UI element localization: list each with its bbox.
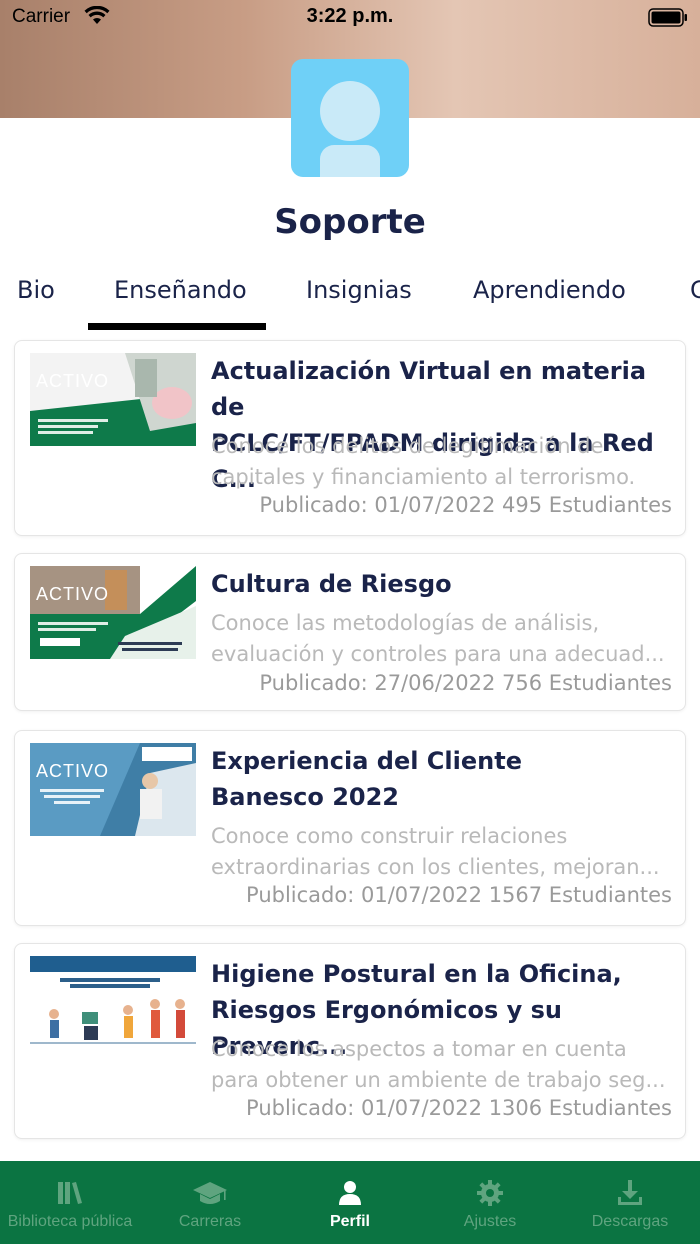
course-thumbnail[interactable]: ACTIVO (30, 566, 196, 659)
course-thumbnail-image (30, 956, 196, 1049)
course-meta: Publicado: 01/07/2022 1306 Estudiantes (246, 1096, 672, 1120)
course-title: Experiencia del Cliente Banesco 2022 (211, 743, 677, 815)
course-card[interactable]: ACTIVO Cultura de Riesgo Conoce las meto… (14, 553, 686, 711)
avatar-body-shape (320, 145, 380, 177)
course-description-line: extraordinarias con los clientes, mejora… (211, 855, 660, 879)
course-title-line: Cultura de Riesgo (211, 570, 452, 598)
course-description-line: capitales y financiamiento al terrorismo… (211, 465, 636, 489)
course-description: Conoce los aspectos a tomar en cuenta pa… (211, 1034, 677, 1096)
graduation-cap-icon (193, 1182, 227, 1204)
course-description-line: para obtener un ambiente de trabajo seg.… (211, 1068, 666, 1092)
course-thumbnail[interactable] (30, 956, 196, 1049)
status-badge: ACTIVO (36, 371, 110, 391)
tab-ensenando[interactable]: Enseñando (114, 276, 247, 304)
profile-tabs: Bio Enseñando Insignias Aprendiendo C (0, 270, 700, 332)
course-meta: Publicado: 27/06/2022 756 Estudiantes (259, 671, 672, 695)
tabbar-label: Ajustes (463, 1213, 517, 1230)
tabbar-label: Carreras (178, 1213, 242, 1230)
bottom-tab-bar: Biblioteca pública Carreras Perfil Ajust… (0, 1161, 700, 1244)
course-card[interactable]: ACTIVO Actualización Virtual en materia … (14, 340, 686, 536)
avatar-head-shape (320, 81, 380, 141)
course-thumbnail[interactable]: ACTIVO (30, 743, 196, 836)
gear-icon (477, 1180, 503, 1206)
download-icon (618, 1180, 642, 1205)
course-title: Cultura de Riesgo (211, 566, 677, 602)
course-title-line: Higiene Postural en la Oficina, (211, 960, 622, 988)
tabbar-item-biblioteca[interactable]: Biblioteca pública (0, 1161, 140, 1244)
library-icon (58, 1182, 82, 1204)
tab-aprendiendo[interactable]: Aprendiendo (473, 276, 626, 304)
tabbar-item-ajustes[interactable]: Ajustes (420, 1161, 560, 1244)
course-title-line: Experiencia del Cliente (211, 747, 522, 775)
tabbar-label: Descargas (591, 1213, 669, 1230)
active-tab-indicator (88, 323, 266, 330)
status-bar: Carrier 3:22 p.m. (0, 0, 700, 36)
course-thumbnail[interactable]: ACTIVO (30, 353, 196, 446)
course-description: Conoce los delitos de legitimación de ca… (211, 431, 677, 493)
tabbar-item-descargas[interactable]: Descargas (560, 1161, 700, 1244)
course-title-line: Banesco 2022 (211, 783, 400, 811)
course-thumbnail-image (30, 353, 196, 446)
tabbar-item-carreras[interactable]: Carreras (140, 1161, 280, 1244)
course-description: Conoce las metodologías de análisis, eva… (211, 608, 677, 670)
profile-avatar[interactable] (291, 59, 409, 177)
course-card[interactable]: Higiene Postural en la Oficina, Riesgos … (14, 943, 686, 1139)
person-icon (339, 1181, 361, 1205)
course-meta: Publicado: 01/07/2022 1567 Estudiantes (246, 883, 672, 907)
course-description-line: Conoce los delitos de legitimación de (211, 434, 604, 458)
course-description-line: evaluación y controles para una adecuad.… (211, 642, 665, 666)
tabbar-label: Biblioteca pública (7, 1213, 133, 1230)
clock-label: 3:22 p.m. (306, 5, 394, 27)
course-description-line: Conoce los aspectos a tomar en cuenta (211, 1037, 627, 1061)
tab-bio[interactable]: Bio (17, 276, 55, 304)
profile-name: Soporte (274, 202, 426, 242)
course-description-line: Conoce como construir relaciones (211, 824, 568, 848)
status-badge: ACTIVO (36, 584, 110, 604)
course-title-line: Actualización Virtual en materia de (211, 357, 647, 421)
tabbar-item-perfil[interactable]: Perfil (280, 1161, 420, 1244)
course-thumbnail-image (30, 566, 196, 659)
course-thumbnail-image (30, 743, 196, 836)
course-description-line: Conoce las metodologías de análisis, (211, 611, 600, 635)
course-meta: Publicado: 01/07/2022 495 Estudiantes (259, 493, 672, 517)
tab-partial[interactable]: C (690, 276, 700, 304)
tab-insignias[interactable]: Insignias (306, 276, 412, 304)
tabbar-label: Perfil (329, 1213, 370, 1230)
course-card[interactable]: ACTIVO Experiencia del Cliente Banesco 2… (14, 730, 686, 926)
status-badge: ACTIVO (36, 761, 110, 781)
battery-icon (648, 8, 687, 27)
course-description: Conoce como construir relaciones extraor… (211, 821, 677, 883)
